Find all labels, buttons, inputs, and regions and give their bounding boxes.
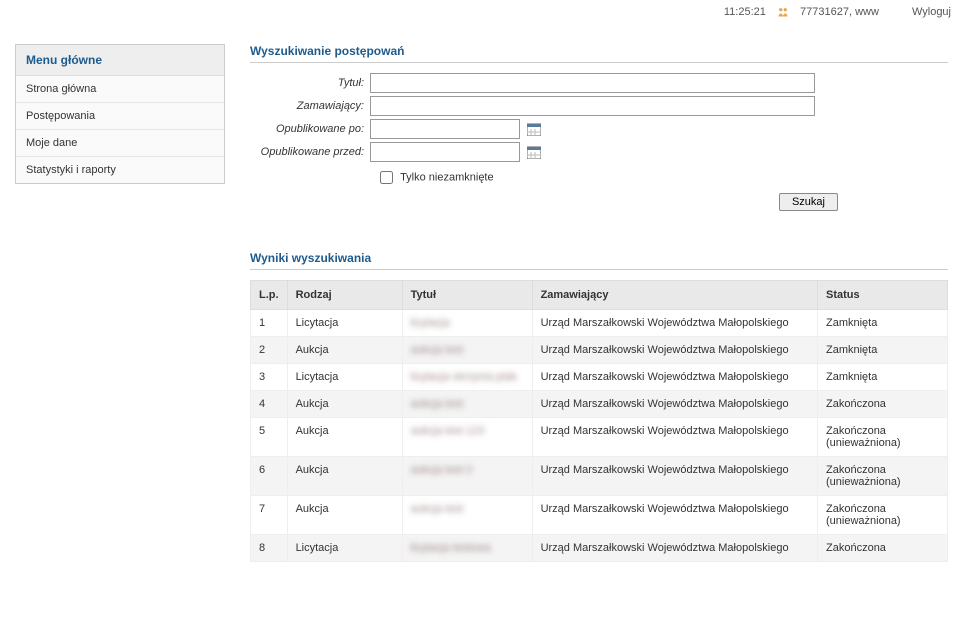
table-row[interactable]: 8Licytacjalicytacja testowaUrząd Marszał… [251, 535, 948, 562]
cell-zamawiajacy: Urząd Marszałkowski Województwa Małopols… [532, 457, 817, 496]
sidebar-item-proceedings[interactable]: Postępowania [16, 103, 224, 130]
cell-tytul: licytacja testowa [402, 535, 532, 562]
cell-status: Zamknięta [818, 337, 948, 364]
cell-status: Zamknięta [818, 310, 948, 337]
cell-rodzaj: Aukcja [287, 457, 402, 496]
cell-status: Zakończona (unieważniona) [818, 496, 948, 535]
people-icon [777, 6, 792, 18]
sidebar: Menu główne Strona główna Postępowania M… [15, 44, 225, 184]
cell-lp: 7 [251, 496, 288, 535]
only-open-label[interactable]: Tylko niezamknięte [400, 172, 494, 184]
cell-rodzaj: Licytacja [287, 535, 402, 562]
user-info: 77731627, www [800, 6, 879, 18]
cell-rodzaj: Aukcja [287, 337, 402, 364]
cell-tytul: licytacja skrzynia ptak [402, 364, 532, 391]
table-row[interactable]: 6Aukcjaaukcja test 2Urząd Marszałkowski … [251, 457, 948, 496]
title-input[interactable] [370, 73, 815, 93]
col-header-status: Status [818, 281, 948, 310]
col-header-rodzaj: Rodzaj [287, 281, 402, 310]
sidebar-item-mydata[interactable]: Moje dane [16, 130, 224, 157]
calendar-icon[interactable] [527, 122, 541, 136]
cell-lp: 3 [251, 364, 288, 391]
cell-zamawiajacy: Urząd Marszałkowski Województwa Małopols… [532, 496, 817, 535]
results-section-title: Wyniki wyszukiwania [250, 251, 948, 270]
cell-rodzaj: Licytacja [287, 364, 402, 391]
calendar-icon[interactable] [527, 145, 541, 159]
cell-status: Zakończona (unieważniona) [818, 457, 948, 496]
table-row[interactable]: 4Aukcjaaukcja testUrząd Marszałkowski Wo… [251, 391, 948, 418]
cell-status: Zakończona (unieważniona) [818, 418, 948, 457]
cell-status: Zakończona [818, 535, 948, 562]
cell-rodzaj: Aukcja [287, 418, 402, 457]
col-header-lp: L.p. [251, 281, 288, 310]
cell-lp: 5 [251, 418, 288, 457]
cell-zamawiajacy: Urząd Marszałkowski Województwa Małopols… [532, 310, 817, 337]
cell-zamawiajacy: Urząd Marszałkowski Województwa Małopols… [532, 418, 817, 457]
search-button[interactable]: Szukaj [779, 193, 838, 211]
cell-lp: 2 [251, 337, 288, 364]
cell-lp: 8 [251, 535, 288, 562]
sidebar-item-home[interactable]: Strona główna [16, 76, 224, 103]
cell-status: Zakończona [818, 391, 948, 418]
cell-zamawiajacy: Urząd Marszałkowski Województwa Małopols… [532, 337, 817, 364]
topbar: 11:25:21 77731627, www Wyloguj [0, 0, 963, 24]
cell-zamawiajacy: Urząd Marszałkowski Województwa Małopols… [532, 535, 817, 562]
cell-zamawiajacy: Urząd Marszałkowski Województwa Małopols… [532, 391, 817, 418]
cell-tytul: aukcja test [402, 496, 532, 535]
cell-rodzaj: Licytacja [287, 310, 402, 337]
cell-tytul: aukcja test [402, 337, 532, 364]
cell-tytul: licytacja [402, 310, 532, 337]
cell-tytul: aukcja test [402, 391, 532, 418]
sidebar-item-stats[interactable]: Statystyki i raporty [16, 157, 224, 183]
cell-lp: 6 [251, 457, 288, 496]
menu-title: Menu główne [16, 45, 224, 76]
cell-rodzaj: Aukcja [287, 496, 402, 535]
published-before-label: Opublikowane przed: [250, 146, 370, 158]
cell-lp: 1 [251, 310, 288, 337]
table-row[interactable]: 2Aukcjaaukcja testUrząd Marszałkowski Wo… [251, 337, 948, 364]
cell-status: Zamknięta [818, 364, 948, 391]
table-row[interactable]: 3Licytacjalicytacja skrzynia ptakUrząd M… [251, 364, 948, 391]
table-row[interactable]: 1LicytacjalicytacjaUrząd Marszałkowski W… [251, 310, 948, 337]
ordering-label: Zamawiający: [250, 100, 370, 112]
results-table: L.p. Rodzaj Tytuł Zamawiający Status 1Li… [250, 280, 948, 562]
cell-lp: 4 [251, 391, 288, 418]
published-after-input[interactable] [370, 119, 520, 139]
cell-tytul: aukcja test 123 [402, 418, 532, 457]
col-header-zamawiajacy: Zamawiający [532, 281, 817, 310]
title-label: Tytuł: [250, 77, 370, 89]
cell-zamawiajacy: Urząd Marszałkowski Województwa Małopols… [532, 364, 817, 391]
table-row[interactable]: 7Aukcjaaukcja testUrząd Marszałkowski Wo… [251, 496, 948, 535]
ordering-input[interactable] [370, 96, 815, 116]
search-section-title: Wyszukiwanie postępowań [250, 44, 948, 63]
cell-tytul: aukcja test 2 [402, 457, 532, 496]
logout-link[interactable]: Wyloguj [912, 6, 951, 18]
only-open-checkbox[interactable] [380, 171, 393, 184]
published-after-label: Opublikowane po: [250, 123, 370, 135]
published-before-input[interactable] [370, 142, 520, 162]
table-row[interactable]: 5Aukcjaaukcja test 123Urząd Marszałkowsk… [251, 418, 948, 457]
clock-time: 11:25:21 [724, 6, 766, 18]
col-header-tytul: Tytuł [402, 281, 532, 310]
cell-rodzaj: Aukcja [287, 391, 402, 418]
